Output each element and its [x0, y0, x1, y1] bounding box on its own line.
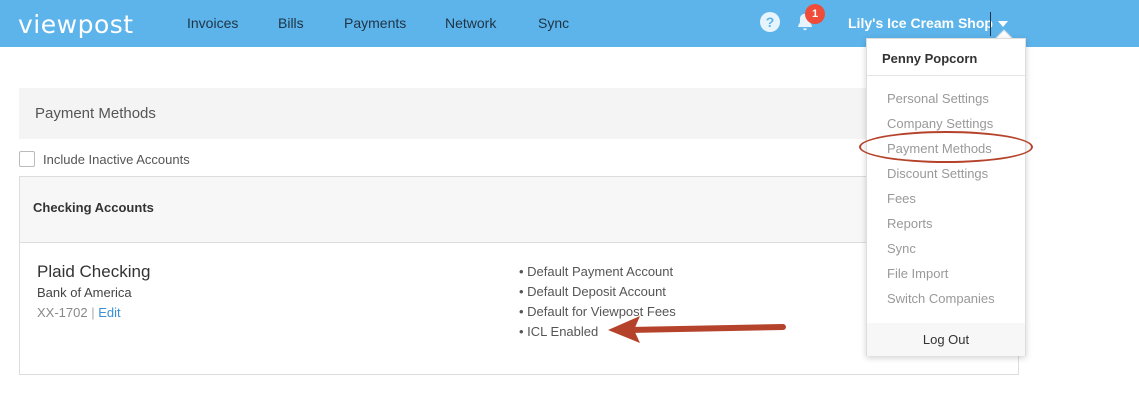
annotation-highlight-oval	[859, 131, 1033, 163]
company-switcher[interactable]: Lily's Ice Cream Shop	[848, 15, 993, 31]
annotation-arrow-icon	[608, 316, 786, 343]
edit-account-link[interactable]: Edit	[98, 305, 120, 320]
account-dropdown-menu: Penny Popcorn Personal Settings Company …	[866, 38, 1026, 356]
feature-default-payment: • Default Payment Account	[519, 264, 674, 279]
nav-network[interactable]: Network	[445, 15, 496, 31]
account-number-row: XX-1702 | Edit	[37, 305, 121, 320]
dropdown-divider	[867, 75, 1025, 76]
account-number: XX-1702	[37, 305, 88, 320]
menu-item-fees[interactable]: Fees	[887, 191, 916, 206]
dropdown-user-name: Penny Popcorn	[882, 51, 978, 66]
nav-bills[interactable]: Bills	[278, 15, 304, 31]
menu-item-company-settings[interactable]: Company Settings	[887, 116, 993, 131]
include-inactive-label[interactable]: Include Inactive Accounts	[43, 152, 243, 167]
bank-name: Bank of America	[37, 285, 132, 300]
menu-item-sync[interactable]: Sync	[887, 241, 916, 256]
help-icon[interactable]: ?	[760, 12, 780, 32]
logo-mark: .	[124, 24, 127, 33]
header-divider	[990, 12, 991, 36]
notification-badge[interactable]: 1	[805, 4, 825, 24]
menu-item-discount-settings[interactable]: Discount Settings	[887, 166, 988, 181]
include-inactive-checkbox[interactable]	[19, 151, 35, 167]
feature-default-deposit: • Default Deposit Account	[519, 284, 666, 299]
logout-button[interactable]: Log Out	[867, 323, 1025, 356]
menu-item-file-import[interactable]: File Import	[887, 266, 948, 281]
viewpost-logo[interactable]: viewpost	[18, 10, 134, 39]
menu-item-reports[interactable]: Reports	[887, 216, 933, 231]
nav-invoices[interactable]: Invoices	[187, 15, 238, 31]
chevron-down-icon[interactable]	[998, 21, 1008, 27]
section-title: Checking Accounts	[33, 200, 154, 215]
menu-item-switch-companies[interactable]: Switch Companies	[887, 291, 995, 306]
account-name: Plaid Checking	[37, 262, 151, 281]
page-title: Payment Methods	[35, 105, 156, 122]
logout-label[interactable]: Log Out	[867, 332, 1025, 347]
nav-sync[interactable]: Sync	[538, 15, 569, 31]
menu-item-personal-settings[interactable]: Personal Settings	[887, 91, 989, 106]
nav-payments[interactable]: Payments	[344, 15, 406, 31]
